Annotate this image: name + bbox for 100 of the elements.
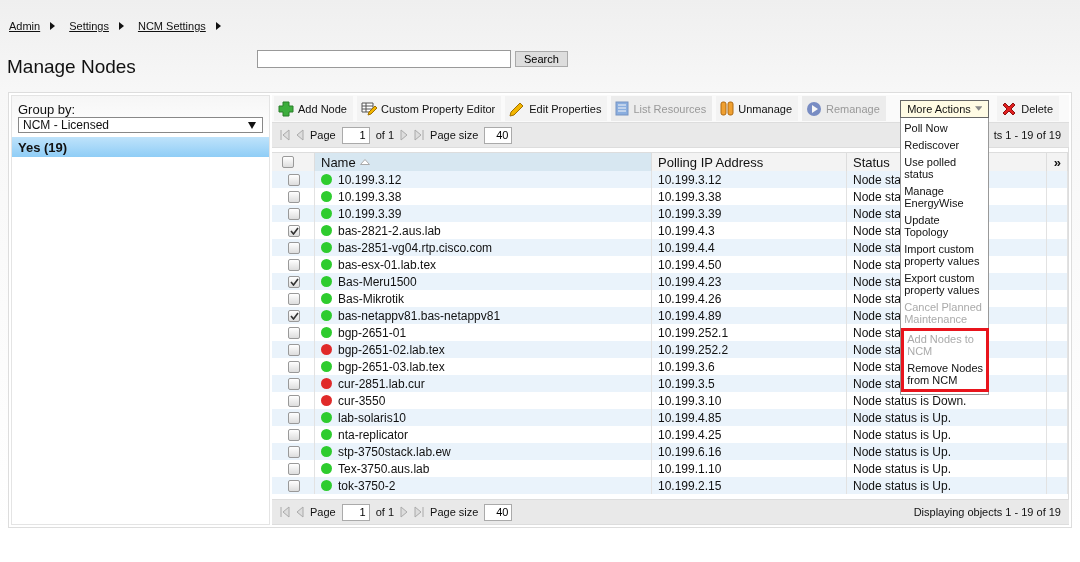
row-checkbox[interactable] [288,360,300,373]
row-checkbox[interactable] [288,343,300,356]
menu-item[interactable]: Import custom property values [901,240,989,270]
row-checkbox[interactable] [288,292,300,305]
row-checkbox[interactable] [288,411,300,424]
ip-address: 10.199.4.85 [658,410,722,425]
status-text: Node sta [853,240,902,255]
ip-address: 10.199.4.25 [658,427,722,442]
breadcrumb-link[interactable]: NCM Settings [137,20,206,32]
status-text: Node status is Up. [853,444,952,459]
row-checkbox[interactable] [288,428,300,441]
row-checkbox[interactable] [288,377,300,390]
page-size-field[interactable]: 40 [484,126,513,144]
row-checkbox[interactable] [288,173,300,186]
search-field[interactable] [257,50,511,68]
status-text: Node sta [853,257,902,272]
node-name: Tex-3750.aus.lab [338,461,430,476]
group-item[interactable]: Yes (19) [12,137,269,157]
breadcrumb-link[interactable]: Admin [9,20,41,32]
status-text: Node sta [853,189,902,204]
ip-address: 10.199.3.6 [658,359,715,374]
menu-item[interactable]: Manage EnergyWise [901,182,989,212]
node-name: bas-esx-01.lab.tex [338,257,437,272]
row-checkbox[interactable] [288,258,300,271]
node-name: bas-netappv81.bas-netappv81 [338,308,501,323]
page-count: of 1 [375,506,395,518]
page-size-field[interactable]: 40 [484,503,513,521]
ip-address: 10.199.252.1 [658,325,729,340]
toolbar-button[interactable]: Custom Property Editor [356,96,502,121]
delete-icon [1001,100,1018,117]
node-name: tok-3750-2 [338,478,396,493]
more-columns-button[interactable]: » [1047,153,1068,171]
status-text: Node sta [853,291,902,306]
previous-page-icon[interactable] [296,506,304,518]
toolbar-button[interactable]: Unmanage [716,96,798,121]
node-name: cur-3550 [338,393,386,408]
breadcrumb-arrow-icon [215,22,221,30]
page-label: Page [310,129,336,141]
page-title: Manage Nodes [7,55,137,78]
more-actions-button[interactable]: More Actions [900,99,990,118]
row-checkbox[interactable] [288,309,300,322]
page-field[interactable]: 1 [341,126,370,144]
toolbar-button[interactable]: Add Node [274,96,353,121]
previous-page-icon[interactable] [296,129,304,141]
row-checkbox[interactable] [288,326,300,339]
node-name: 10.199.3.12 [338,172,402,187]
ip-address: 10.199.1.10 [658,461,722,476]
group-by-select[interactable]: NCM - Licensed [18,117,263,133]
row-checkbox[interactable] [288,224,300,237]
breadcrumb-link[interactable]: Settings [69,20,109,32]
node-name: Bas-Meru1500 [338,274,417,289]
status-text: Node sta [853,376,902,391]
node-name: stp-3750stack.lab.ew [338,444,451,459]
status-text: Node status is Up. [853,410,952,425]
ip-address: 10.199.4.50 [658,257,722,272]
node-name: 10.199.3.38 [338,189,402,204]
ip-address: 10.199.252.2 [658,342,729,357]
breadcrumb-arrow-icon [50,22,56,30]
ip-address: 10.199.4.3 [658,223,715,238]
plus-icon [278,100,294,117]
node-name: cur-2851.lab.cur [338,376,425,391]
toolbar-button[interactable]: Edit Properties [505,96,608,121]
display-count: ts 1 - 19 of 19 [993,129,1061,141]
last-page-icon[interactable] [414,506,425,518]
list-icon [615,101,630,116]
status-text: Node status is Up. [853,478,952,493]
node-name: lab-solaris10 [338,410,407,425]
row-checkbox[interactable] [288,207,300,220]
row-checkbox[interactable] [288,479,300,492]
column-header[interactable]: Polling IP Address [652,153,847,171]
next-page-icon[interactable] [400,129,409,141]
menu-item[interactable]: Rediscover [901,136,989,154]
ip-address: 10.199.3.39 [658,206,722,221]
row-checkbox[interactable] [288,241,300,254]
row-checkbox[interactable] [288,190,300,203]
last-page-icon[interactable] [414,129,425,141]
menu-item[interactable]: Export custom property values [901,269,989,299]
ip-address: 10.199.2.15 [658,478,722,493]
column-header[interactable]: Name [315,153,652,171]
row-checkbox[interactable] [288,394,300,407]
ip-address: 10.199.3.12 [658,172,722,187]
table-pencil-icon [360,100,377,117]
row-checkbox[interactable] [288,462,300,475]
node-name: nta-replicator [338,427,409,442]
pencil-icon [509,100,526,117]
next-page-icon[interactable] [400,506,409,518]
row-checkbox[interactable] [288,445,300,458]
row-checkbox[interactable] [288,275,300,288]
first-page-icon[interactable] [280,129,290,141]
menu-item[interactable]: Update Topology [901,211,989,241]
page-label: Page [310,506,336,518]
status-text: Node sta [853,223,902,238]
page-field[interactable]: 1 [341,503,370,521]
ip-address: 10.199.4.4 [658,240,715,255]
status-text: Node sta [853,172,902,187]
menu-item[interactable]: Poll Now [901,119,989,137]
select-all-checkbox[interactable] [282,156,294,168]
first-page-icon[interactable] [280,506,290,518]
toolbar-button[interactable]: Delete [997,96,1059,121]
search-button[interactable]: Search [515,51,568,67]
